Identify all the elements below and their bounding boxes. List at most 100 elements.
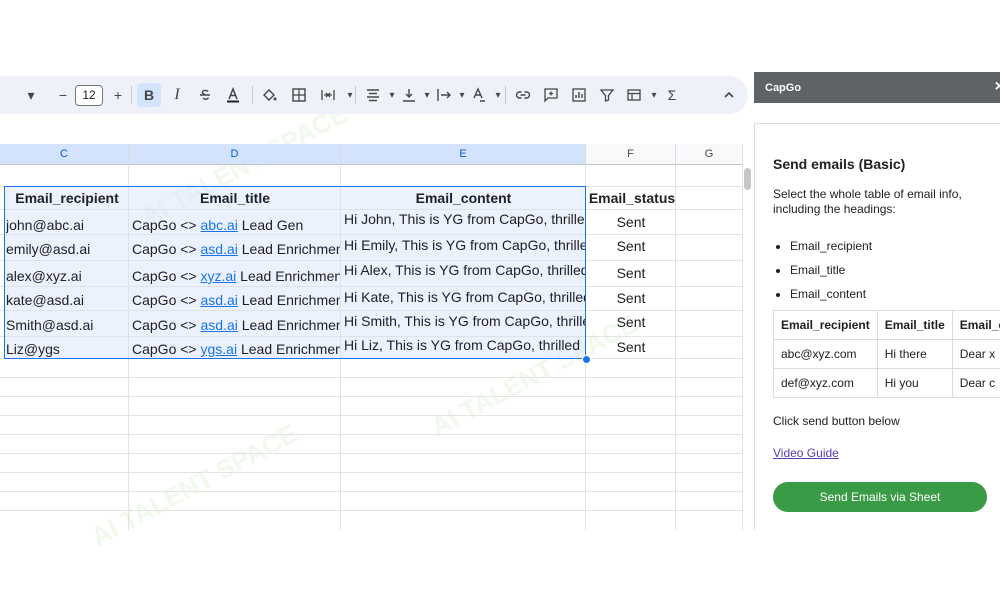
chevron-up-icon [724,91,734,98]
font-size-field[interactable]: 12 [75,84,103,106]
cell-title[interactable]: CapGo <> asd.ai Lead Enrichment [132,292,340,308]
text-wrapping-button[interactable] [435,85,453,105]
cell-status[interactable]: Sent [588,339,674,355]
table-row: abc@xyz.com Hi there Dear x [773,339,1000,369]
title-link[interactable]: asd.ai [201,292,238,308]
strikethrough-button[interactable] [196,85,214,105]
borders-button[interactable] [290,85,308,105]
grid-line [0,434,743,435]
title-prefix: CapGo <> [132,292,201,308]
cell-content[interactable]: Hi Emily, This is YG from CapGo, thrille… [344,237,585,253]
increase-font-size-button[interactable]: + [109,85,127,105]
cell-status[interactable]: Sent [588,290,674,306]
chevron-down-icon[interactable]: ▾ [383,85,401,105]
chevron-down-icon[interactable]: ▾ [22,85,40,105]
cell-content[interactable]: Hi Smith, This is YG from CapGo, thrille… [344,313,585,329]
fill-color-button[interactable] [260,85,278,105]
cell-content[interactable]: Hi Kate, This is YG from CapGo, thrilled [344,289,585,305]
align-center-icon [367,89,379,102]
cell-content[interactable]: Hi John, This is YG from CapGo, thrilled [344,211,585,227]
cell-content[interactable]: Hi Alex, This is YG from CapGo, thrilled [344,262,585,278]
filter-views-button[interactable] [625,85,643,105]
grid-line [0,510,743,511]
chevron-down-icon[interactable]: ▾ [645,85,663,105]
cell-recipient[interactable]: Smith@asd.ai [6,317,128,333]
panel-description: Select the whole table of email info, in… [773,187,962,216]
title-link[interactable]: ygs.ai [201,341,238,357]
text-color-icon [227,87,239,103]
chevron-down-icon[interactable]: ▾ [418,85,436,105]
text-rotation-button[interactable] [470,85,488,105]
vertical-align-button[interactable] [400,85,418,105]
cell-status[interactable]: Sent [588,238,674,254]
cell-recipient[interactable]: john@abc.ai [6,217,128,233]
column-header-g[interactable]: G [676,144,743,165]
cell-status[interactable]: Sent [588,214,674,230]
comment-icon [544,88,558,103]
cell-title[interactable]: CapGo <> abc.ai Lead Gen [132,217,340,233]
title-link[interactable]: asd.ai [201,317,238,333]
table-cell: Hi you [876,368,953,398]
grid-line [675,165,676,530]
insert-link-button[interactable] [514,85,532,105]
insert-chart-button[interactable] [570,85,588,105]
italic-button[interactable]: I [168,85,186,105]
cell-recipient[interactable]: emily@asd.ai [6,241,128,257]
title-link[interactable]: xyz.ai [201,268,237,284]
chevron-down-icon[interactable]: ▾ [453,85,471,105]
title-prefix: CapGo <> [132,317,201,333]
instruction-text: Click send button below [773,414,900,428]
title-suffix: Lead Enrichment [237,292,340,308]
vertical-align-icon [403,89,415,102]
cell-status[interactable]: Sent [588,314,674,330]
cell-title[interactable]: CapGo <> asd.ai Lead Enrichment [132,241,340,257]
header-email-recipient[interactable]: Email_recipient [6,190,128,206]
send-emails-button[interactable]: Send Emails via Sheet [773,482,987,512]
decrease-font-size-button[interactable]: − [54,85,72,105]
selection-drag-handle[interactable] [582,355,591,364]
title-link[interactable]: abc.ai [201,217,238,233]
table-header: Email_recipient [773,310,878,340]
addon-sidebar: Send emails (Basic) Select the whole tab… [754,123,1000,530]
insert-comment-button[interactable] [542,85,560,105]
chevron-down-icon[interactable]: ▾ [341,85,359,105]
header-email-status[interactable]: Email_status [588,190,676,206]
cell-recipient[interactable]: alex@xyz.ai [6,268,128,284]
grid-line [0,396,743,397]
title-link[interactable]: asd.ai [201,241,238,257]
title-prefix: CapGo <> [132,341,201,357]
addon-panel-header: CapGo × [754,72,1000,103]
header-email-content[interactable]: Email_content [341,190,586,206]
cell-title[interactable]: CapGo <> xyz.ai Lead Enrichment [132,268,340,284]
header-email-title[interactable]: Email_title [129,190,341,206]
cell-title[interactable]: CapGo <> ygs.ai Lead Enrichment [132,341,340,357]
column-header-e[interactable]: E [341,144,586,165]
cell-content[interactable]: Hi Liz, This is YG from CapGo, thrilled [344,337,585,353]
horizontal-align-button[interactable] [364,85,382,105]
separator [131,86,132,104]
bold-button[interactable]: B [137,83,161,107]
list-item: Email_content [790,282,872,306]
collapse-toolbar-button[interactable] [720,85,738,105]
merge-cells-button[interactable] [319,85,337,105]
grid-line [0,415,743,416]
column-header-f[interactable]: F [586,144,676,165]
filter-button[interactable] [598,85,616,105]
title-suffix: Lead Enrichment [237,341,340,357]
column-header-c[interactable]: C [0,144,129,165]
vertical-scrollbar[interactable] [744,168,751,190]
functions-button[interactable]: Σ [663,85,681,105]
table-cell: def@xyz.com [773,368,878,398]
column-header-d[interactable]: D [129,144,341,165]
merge-icon [321,90,335,100]
close-icon[interactable]: × [995,78,1000,96]
cell-recipient[interactable]: kate@asd.ai [6,292,128,308]
link-icon [515,91,531,99]
list-item: Email_recipient [790,234,872,258]
table-row: Email_recipient Email_title Email_c [773,310,1000,340]
cell-status[interactable]: Sent [588,265,674,281]
video-guide-link[interactable]: Video Guide [773,446,839,460]
text-color-button[interactable] [224,85,242,105]
cell-title[interactable]: CapGo <> asd.ai Lead Enrichment [132,317,340,333]
cell-recipient[interactable]: Liz@ygs [6,341,128,357]
